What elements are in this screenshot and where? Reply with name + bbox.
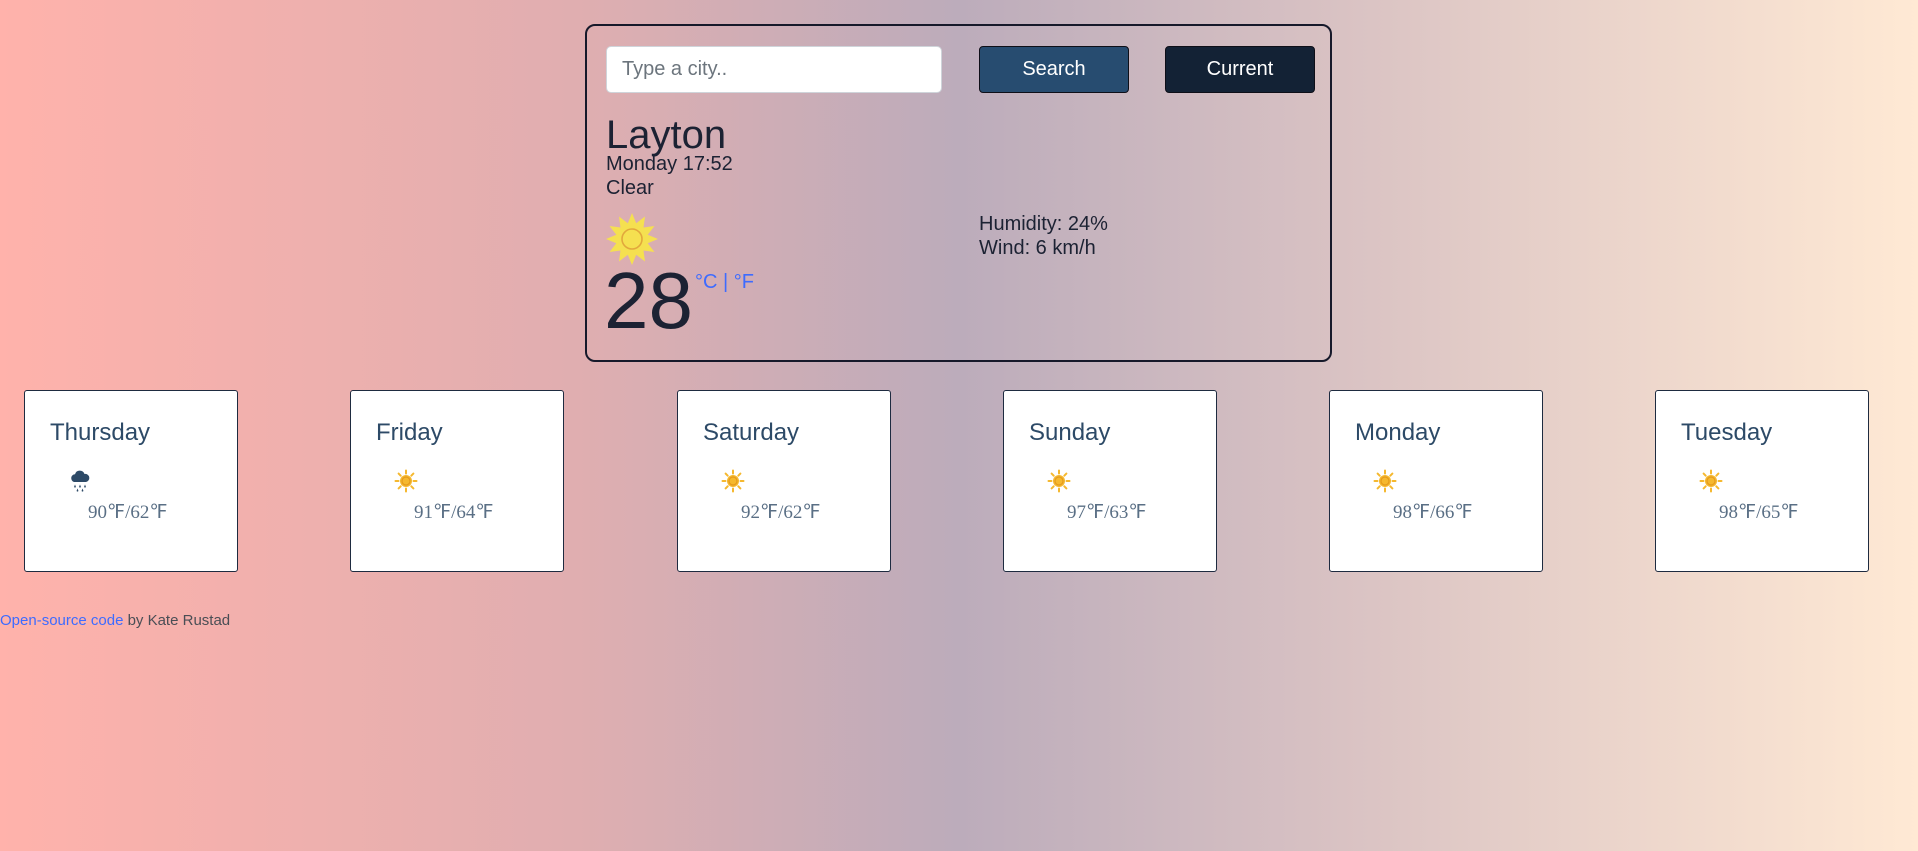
forecast-card-thursday: Thursday 90℉/62℉ [24, 390, 238, 572]
forecast-day: Monday [1355, 419, 1441, 446]
fahrenheit-link[interactable]: °F [734, 271, 754, 293]
forecast-card-sunday: Sunday 97℉/63℉ [1003, 390, 1217, 572]
forecast-temps: 98℉/65℉ [1719, 502, 1799, 523]
footer: Open-source code by Kate Rustad [0, 612, 230, 629]
sun-icon [1373, 469, 1397, 493]
sun-icon [721, 469, 745, 493]
weather-description: Clear [606, 177, 654, 199]
rain-cloud-icon [71, 470, 90, 492]
forecast-card-friday: Friday 91℉/64℉ [350, 390, 564, 572]
forecast-day: Thursday [50, 419, 151, 446]
forecast-card-tuesday: Tuesday 98℉/65℉ [1655, 390, 1869, 572]
forecast-row: Thursday 90℉/62℉ Friday 91℉/64℉ Saturday [0, 390, 1918, 572]
author-credit: by Kate Rustad [123, 612, 231, 629]
current-location-button[interactable]: Current [1165, 46, 1315, 93]
forecast-temps: 98℉/66℉ [1393, 502, 1473, 523]
unit-separator: | [717, 271, 734, 293]
current-temperature: 28 [604, 256, 693, 345]
unit-toggle: °C | °F [695, 271, 754, 294]
sun-icon [1047, 469, 1071, 493]
forecast-temps: 97℉/63℉ [1067, 502, 1147, 523]
sun-icon [1699, 469, 1723, 493]
wind-text: Wind: 6 km/h [979, 237, 1096, 259]
forecast-day: Tuesday [1681, 419, 1773, 446]
search-button[interactable]: Search [979, 46, 1129, 93]
celsius-link[interactable]: °C [695, 271, 717, 293]
forecast-day: Saturday [703, 419, 800, 446]
current-datetime: Monday 17:52 [606, 153, 733, 175]
source-code-link[interactable]: Open-source code [0, 612, 123, 629]
weather-details: Humidity: 24% Wind: 6 km/h [979, 212, 1108, 260]
city-search-input[interactable] [606, 46, 942, 93]
humidity-text: Humidity: 24% [979, 213, 1108, 235]
forecast-day: Friday [376, 419, 443, 446]
forecast-day: Sunday [1029, 419, 1111, 446]
forecast-temps: 91℉/64℉ [414, 502, 494, 523]
forecast-card-monday: Monday 98℉/66℉ [1329, 390, 1543, 572]
weather-card: Search Current Layton Monday 17:52 Clear… [585, 24, 1332, 362]
forecast-temps: 90℉/62℉ [88, 502, 168, 523]
forecast-card-saturday: Saturday 92℉/62℉ [677, 390, 891, 572]
sun-icon [394, 469, 418, 493]
forecast-temps: 92℉/62℉ [741, 502, 821, 523]
